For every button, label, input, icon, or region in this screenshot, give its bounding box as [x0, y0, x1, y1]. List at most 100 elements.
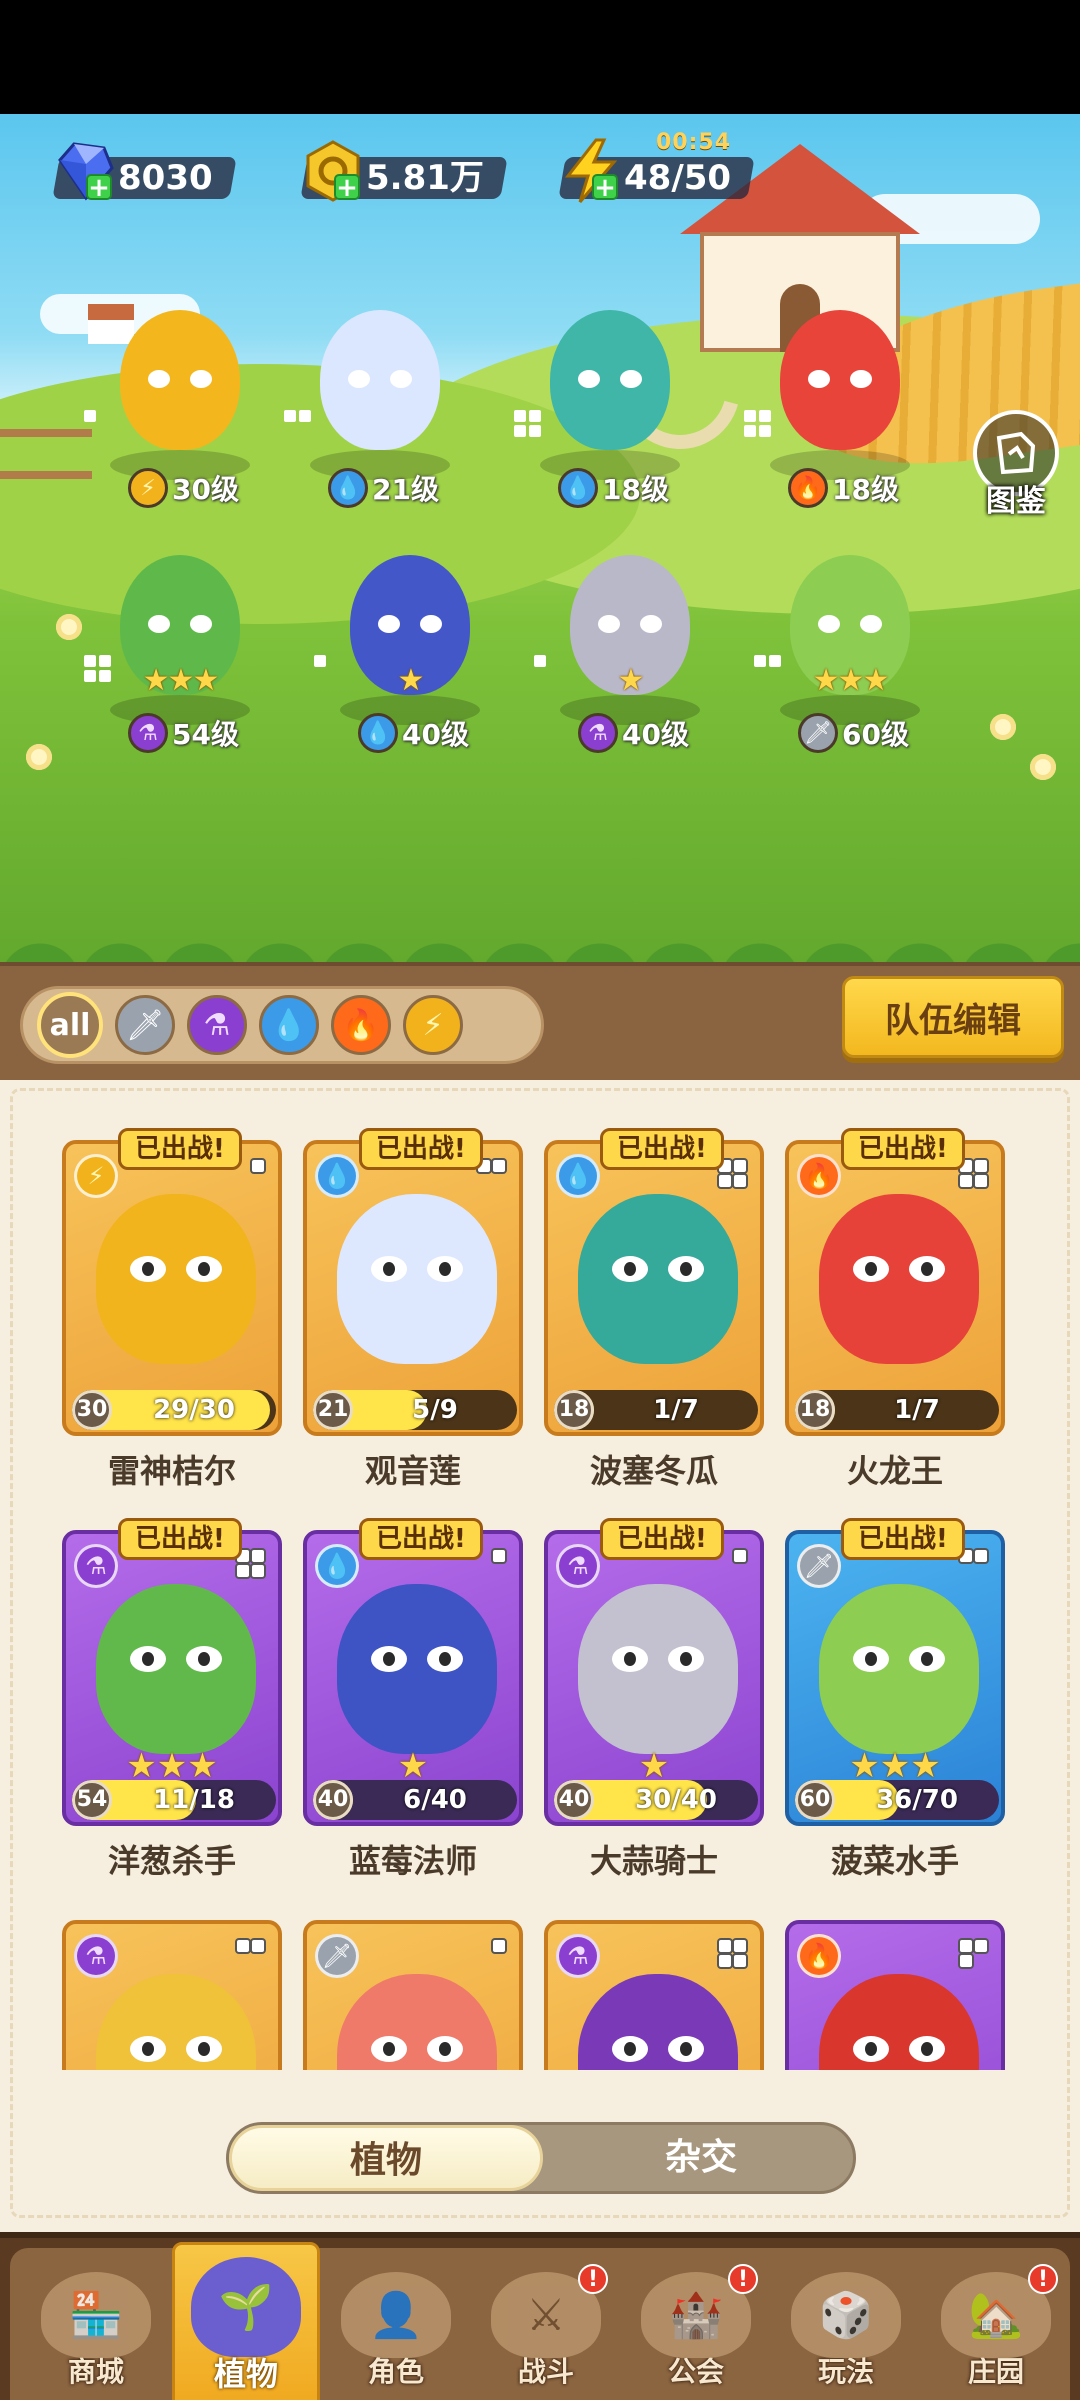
plant-card[interactable]: ⚗ — [62, 1920, 282, 2070]
card-progress-count: 1/7 — [894, 1395, 940, 1425]
alert-icon: ! — [578, 2264, 608, 2294]
plant-eye — [668, 1256, 704, 1282]
nav-item-battle[interactable]: ⚔ 战斗! — [472, 2264, 620, 2400]
plant-card[interactable]: ⚗ — [544, 1920, 764, 2070]
nav-item-manor[interactable]: 🏡 庄园! — [922, 2264, 1070, 2400]
nav-item-gameplay[interactable]: 🎲 玩法 — [772, 2272, 920, 2400]
plant-card-grid[interactable]: 已出战! ⚡ 30 29/30 雷神桔尔 已出战! 💧 21 5/9 观音莲 已出战! 💧 18 1/7 波… — [62, 1080, 1032, 2070]
plant-level: 30级 — [172, 473, 239, 506]
plant-card[interactable]: 已出战! 💧 18 1/7 波塞冬瓜 — [544, 1128, 764, 1492]
plant-eye — [371, 1646, 407, 1672]
plant-level: 18级 — [602, 473, 669, 506]
plant-portrait — [578, 1974, 738, 2070]
card-frame: ⚗ — [544, 1920, 764, 2070]
card-progress-count: 6/40 — [403, 1785, 467, 1815]
plant-eye — [371, 1256, 407, 1282]
nav-item-guild[interactable]: 🏰 公会! — [622, 2264, 770, 2400]
fire-icon: 🔥 — [788, 468, 828, 508]
potion-icon: ⚗ — [578, 713, 618, 753]
alert-icon: ! — [728, 2264, 758, 2294]
plant-portrait — [337, 1194, 497, 1364]
water-icon: 💧 — [556, 1154, 600, 1198]
deployed-badge: 已出战! — [118, 1128, 242, 1170]
deployed-badge: 已出战! — [118, 1518, 242, 1560]
nav-item-plants[interactable]: 🌱 植物 — [172, 2242, 320, 2400]
tab-hybrid[interactable]: 杂交 — [543, 2125, 859, 2191]
flower-icon — [990, 714, 1016, 740]
gem-counter[interactable]: + 8030 — [52, 142, 237, 202]
plant-card[interactable]: 已出战! 💧 ★ 40 6/40 蓝莓法师 — [303, 1518, 523, 1882]
card-frame: 🗡 — [303, 1920, 523, 2070]
tab-plants[interactable]: 植物 — [229, 2125, 543, 2191]
plant-portrait — [337, 1584, 497, 1754]
plant-card[interactable]: 已出战! 🗡 ★★★ 60 36/70 菠菜水手 — [785, 1518, 1005, 1882]
card-progress-count: 36/70 — [876, 1785, 958, 1815]
scene-plant[interactable]: ★ 💧 40级 — [300, 545, 520, 753]
add-energy-icon[interactable]: + — [592, 174, 618, 201]
scene-plant[interactable]: ★ ⚗ 40级 — [520, 545, 740, 753]
scene-plant[interactable]: ⚡ 30级 — [70, 300, 290, 508]
card-progress-bar: 18 1/7 — [554, 1390, 758, 1430]
plant-card[interactable]: 已出战! 💧 21 5/9 观音莲 — [303, 1128, 523, 1492]
scene-plant[interactable]: 🔥 18级 — [730, 300, 950, 508]
potion-icon: ⚗ — [128, 713, 168, 753]
sword-icon: 🗡 — [315, 1934, 359, 1978]
plant-level-badge: ⚗ 54级 — [128, 713, 239, 753]
add-gems-icon[interactable]: + — [86, 174, 112, 201]
scene-plant[interactable]: ★★★ ⚗ 54级 — [70, 545, 290, 753]
card-level: 18 — [795, 1390, 835, 1430]
filter-fire-button[interactable]: 🔥 — [331, 995, 391, 1055]
card-frame: 💧 18 1/7 — [544, 1140, 764, 1436]
deployed-badge: 已出战! — [600, 1518, 724, 1560]
plant-card[interactable]: 已出战! ⚗ ★ 40 30/40 大蒜骑士 — [544, 1518, 764, 1882]
potion-icon: ⚗ — [74, 1934, 118, 1978]
plant-stars: ★ — [397, 663, 425, 698]
team-edit-button[interactable]: 队伍编辑 — [842, 976, 1064, 1058]
energy-counter[interactable]: + 48/50 — [558, 138, 755, 203]
thunder-icon: ⚡ — [422, 1007, 444, 1043]
filter-water-button[interactable]: 💧 — [259, 995, 319, 1055]
shape-icon — [719, 1940, 746, 1967]
thunder-icon: ⚡ — [74, 1154, 118, 1198]
nav-item-shop[interactable]: 🏪 商城 — [22, 2272, 170, 2400]
filter-all-button[interactable]: all — [37, 992, 103, 1058]
shape-icon — [84, 410, 96, 422]
plant-eye — [427, 2036, 463, 2062]
plant-card[interactable]: 🔥 — [785, 1920, 1005, 2070]
plant-card[interactable]: 已出战! ⚡ 30 29/30 雷神桔尔 — [62, 1128, 282, 1492]
plant-card[interactable]: 已出战! 🔥 18 1/7 火龙王 — [785, 1128, 1005, 1492]
sword-icon: 🗡 — [125, 1007, 165, 1043]
plant-eye — [190, 615, 212, 633]
plant-figure — [120, 310, 240, 450]
plant-card[interactable]: 🗡 — [303, 1920, 523, 2070]
plant-eye — [130, 1646, 166, 1672]
filter-thunder-button[interactable]: ⚡ — [403, 995, 463, 1055]
shape-icon — [514, 410, 541, 437]
card-progress-count: 5/9 — [412, 1395, 458, 1425]
plant-eye — [612, 2036, 648, 2062]
plant-card[interactable]: 已出战! ⚗ ★★★ 54 11/18 洋葱杀手 — [62, 1518, 282, 1882]
filter-sword-button[interactable]: 🗡 — [115, 995, 175, 1055]
card-plant-name: 雷神桔尔 — [107, 1452, 236, 1490]
plant-hybrid-toggle[interactable]: 植物 杂交 — [226, 2122, 856, 2194]
scene-plant[interactable]: ★★★ 🗡 60级 — [740, 545, 960, 753]
energy-amount: 48/50 — [624, 158, 732, 198]
plant-eye — [808, 370, 830, 388]
plant-eye — [640, 615, 662, 633]
plant-eye — [620, 370, 642, 388]
codex-button[interactable]: 图鉴 — [970, 410, 1062, 520]
coin-counter[interactable]: + 5.81万 — [300, 140, 508, 202]
card-plant-name: 洋葱杀手 — [107, 1842, 236, 1880]
filter-bar: all 🗡 ⚗ 💧 🔥 ⚡ 队伍编辑 — [0, 962, 1080, 1080]
card-frame: 💧 ★ 40 6/40 — [303, 1530, 523, 1826]
plant-eye — [818, 615, 840, 633]
scene-plant[interactable]: 💧 21级 — [270, 300, 490, 508]
nav-item-character[interactable]: 👤 角色 — [322, 2272, 470, 2400]
filter-potion-button[interactable]: ⚗ — [187, 995, 247, 1055]
plant-level: 40级 — [622, 718, 689, 751]
plant-eye — [612, 1256, 648, 1282]
add-coins-icon[interactable]: + — [334, 174, 360, 201]
filter-all-label: all — [49, 1007, 91, 1043]
scene-plant[interactable]: 💧 18级 — [500, 300, 720, 508]
plant-portrait — [96, 1584, 256, 1754]
